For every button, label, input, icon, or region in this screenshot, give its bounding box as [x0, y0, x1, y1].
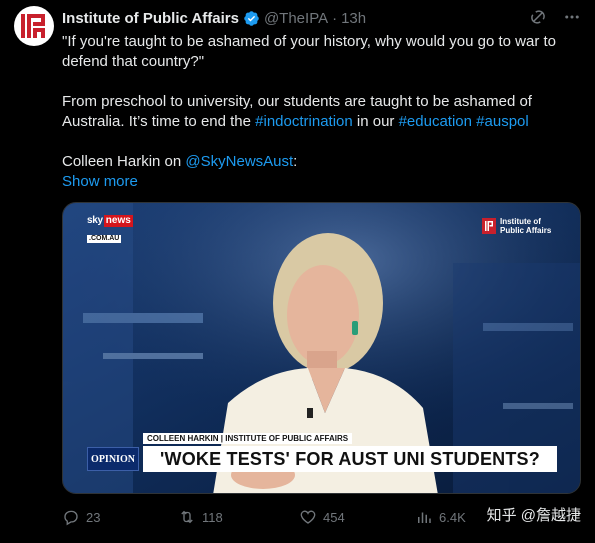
hashtag-auspol[interactable]: #auspol [476, 113, 529, 130]
mention-skynewsaust[interactable]: @SkyNewsAust [185, 153, 293, 170]
tweet-time[interactable]: 13h [341, 10, 366, 27]
reply-icon [62, 508, 80, 526]
ipa-logo-icon [21, 14, 45, 38]
headline-strap: 'WOKE TESTS' FOR AUST UNI STUDENTS? [143, 446, 557, 472]
avatar[interactable] [14, 6, 54, 46]
author-handle[interactable]: @TheIPA [264, 10, 328, 27]
views-icon [415, 508, 433, 526]
views-button[interactable]: 6.4K [415, 507, 466, 527]
tweet[interactable]: Institute of Public Affairs @TheIPA · 13… [0, 0, 595, 543]
name-strap: COLLEEN HARKIN | INSTITUTE OF PUBLIC AFF… [143, 433, 353, 444]
reply-button[interactable]: 23 [62, 507, 100, 527]
tweet-paragraph: From preschool to university, our studen… [62, 92, 572, 132]
video-media[interactable]: sky news .COM.AU Institute of Public Aff… [62, 202, 581, 494]
tweet-header: Institute of Public Affairs @TheIPA · 13… [62, 8, 581, 28]
opinion-tag: OPINION [87, 447, 139, 471]
views-count: 6.4K [439, 509, 466, 525]
header-actions [529, 8, 581, 26]
like-button[interactable]: 454 [299, 507, 345, 527]
verified-badge-icon [243, 10, 260, 27]
like-count: 454 [323, 509, 345, 525]
separator: · [332, 9, 338, 27]
grok-icon[interactable] [529, 8, 547, 26]
hashtag-indoctrination[interactable]: #indoctrination [255, 113, 353, 130]
ipa-logo-text: Institute of Public Affairs [500, 217, 552, 235]
tweet-text: "If you're taught to be ashamed of your … [62, 32, 572, 192]
reply-count: 23 [86, 509, 101, 525]
author-name[interactable]: Institute of Public Affairs [62, 10, 239, 27]
sky-logo-text: sky [87, 215, 103, 226]
heart-icon [299, 508, 317, 526]
ipa-watermark-logo: Institute of Public Affairs [482, 217, 556, 235]
zhihu-watermark: 知乎 @詹越捷 [486, 507, 581, 524]
news-logo-text: news [103, 215, 133, 227]
hashtag-education[interactable]: #education [399, 113, 472, 130]
lower-third: COLLEEN HARKIN | INSTITUTE OF PUBLIC AFF… [87, 433, 557, 475]
attribution-text: Colleen Harkin on [62, 153, 186, 170]
tweet-paragraph-text-mid: in our [352, 113, 399, 130]
repost-icon [178, 508, 196, 526]
ipa-mark-icon [482, 218, 496, 234]
show-more-link[interactable]: Show more [62, 173, 138, 190]
more-options-icon[interactable] [563, 8, 581, 26]
sky-news-logo: sky news .COM.AU [87, 215, 136, 243]
tweet-attribution: Colleen Harkin on @SkyNewsAust: [62, 152, 572, 172]
repost-count: 118 [202, 509, 223, 525]
repost-button[interactable]: 118 [178, 507, 223, 527]
sky-logo-domain: .COM.AU [87, 235, 122, 243]
attribution-colon: : [293, 153, 298, 170]
tweet-quote: "If you're taught to be ashamed of your … [62, 33, 557, 70]
